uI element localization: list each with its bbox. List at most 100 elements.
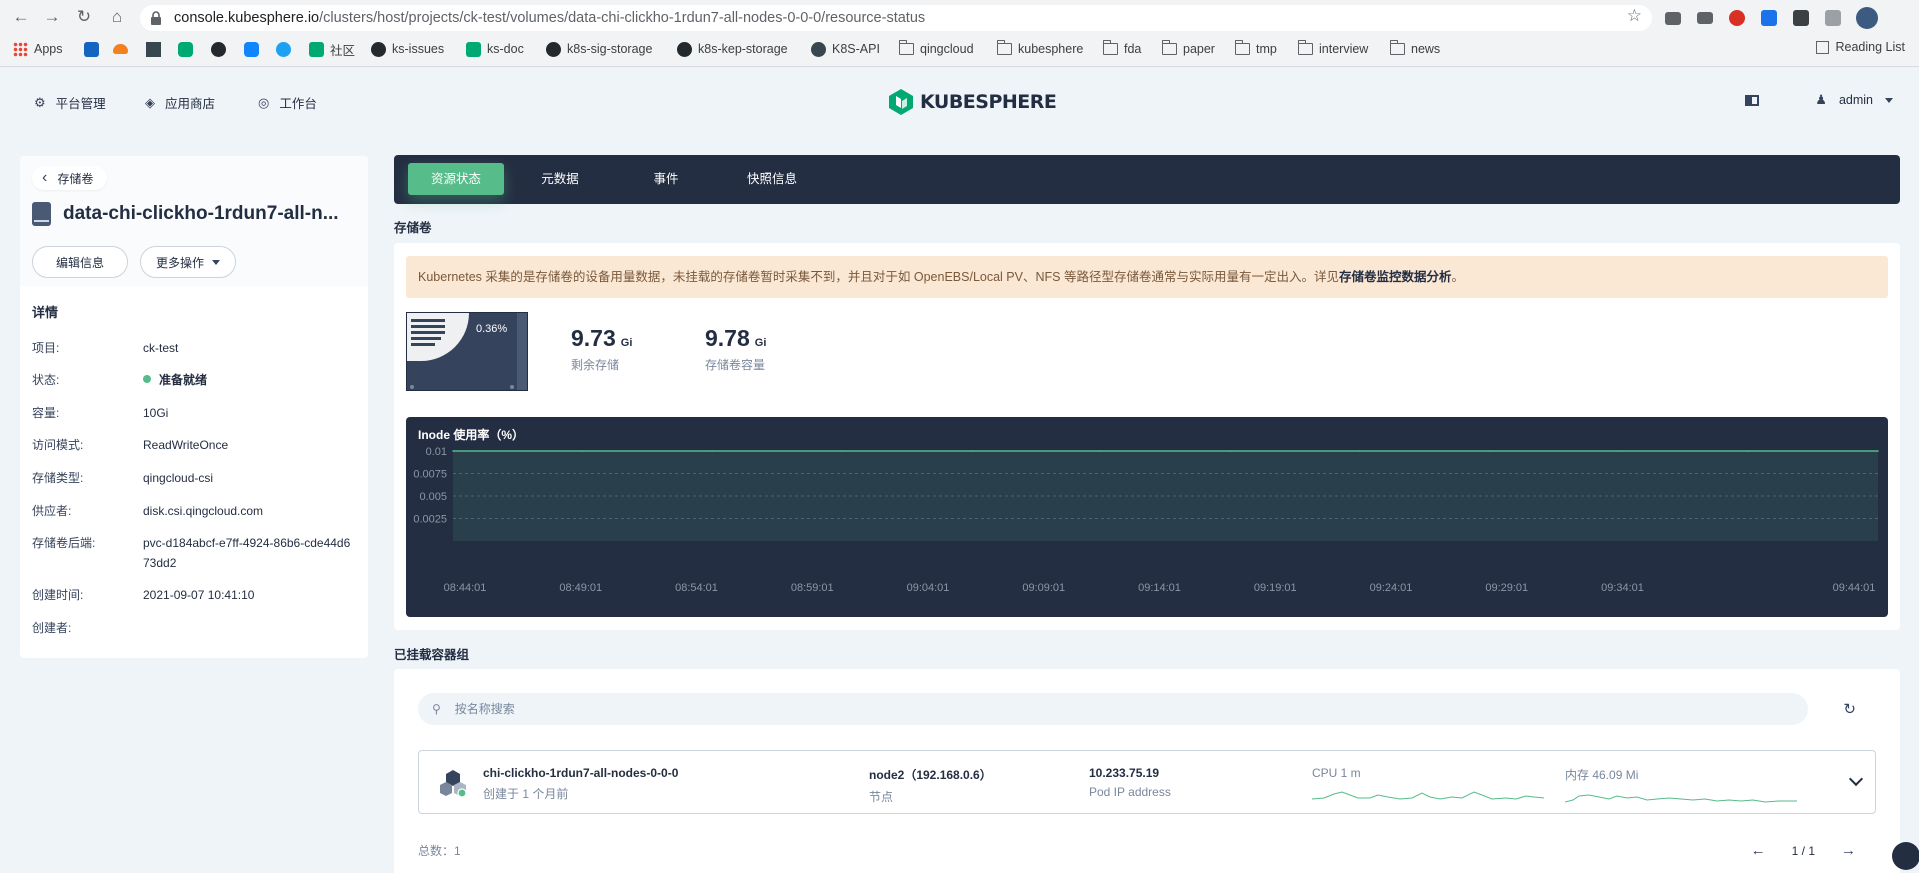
next-page-icon[interactable]: → bbox=[1841, 842, 1856, 859]
x-tick-label: 09:14:01 bbox=[1138, 582, 1181, 594]
detail-value: qingcloud-csi bbox=[143, 471, 214, 485]
pod-search-input[interactable] bbox=[454, 702, 1755, 716]
pod-name-col: chi-clickho-1rdun7-all-nodes-0-0-0 创建于 1… bbox=[483, 766, 678, 802]
bookmark-ks-doc[interactable]: ks-doc bbox=[466, 40, 524, 58]
grid-extension-icon[interactable] bbox=[1665, 12, 1681, 25]
tab-events[interactable]: 事件 bbox=[618, 163, 714, 195]
bookmark-folder-qingcloud[interactable]: qingcloud bbox=[898, 40, 974, 58]
bookmarks-bar: Apps 社区 ks-issues ks-doc k8s-sig-storage… bbox=[0, 36, 1919, 62]
bookmark-github[interactable] bbox=[211, 40, 226, 58]
bookmark-folder-news[interactable]: news bbox=[1389, 40, 1440, 58]
details-heading: 详情 bbox=[32, 305, 59, 320]
bookmark-community[interactable]: 社区 bbox=[309, 40, 355, 58]
bookmark-hex[interactable] bbox=[178, 40, 193, 58]
blue-extension-icon[interactable] bbox=[1761, 10, 1777, 26]
pod-name[interactable]: chi-clickho-1rdun7-all-nodes-0-0-0 bbox=[483, 766, 678, 780]
expand-chevron-icon[interactable] bbox=[1848, 771, 1864, 787]
bookmark-building[interactable] bbox=[146, 40, 161, 58]
forward-arrow-icon[interactable]: → bbox=[41, 6, 63, 28]
folder-icon bbox=[1234, 40, 1250, 55]
back-arrow-icon[interactable]: ← bbox=[10, 6, 32, 28]
bookmark-apps[interactable]: Apps bbox=[13, 40, 63, 58]
nav-platform[interactable]: ⚙ 平台管理 bbox=[34, 93, 106, 112]
detail-label: 存储类型: bbox=[32, 471, 84, 485]
bookmark-twitter[interactable] bbox=[276, 40, 291, 58]
nav-app-store[interactable]: ◈ 应用商店 bbox=[145, 93, 215, 112]
home-icon[interactable]: ⌂ bbox=[106, 6, 128, 28]
reload-icon[interactable]: ↻ bbox=[73, 6, 95, 28]
pod-search-bar[interactable]: ⚲ bbox=[418, 693, 1808, 725]
address-bar[interactable]: console.kubesphere.io/clusters/host/proj… bbox=[140, 5, 1652, 31]
reading-list-button[interactable]: Reading List bbox=[1815, 40, 1905, 54]
bookmark-c[interactable] bbox=[84, 40, 99, 58]
chevron-down-icon[interactable] bbox=[1885, 97, 1893, 103]
bookmark-folder-interview[interactable]: interview bbox=[1297, 40, 1368, 58]
nav-workbench[interactable]: ◎ 工作台 bbox=[258, 93, 317, 112]
bookmark-folder-fda[interactable]: fda bbox=[1102, 40, 1141, 58]
back-to-volumes-button[interactable]: ‹ 存储卷 bbox=[32, 166, 108, 190]
bookmark-butterfly[interactable] bbox=[244, 40, 259, 58]
x-tick-label: 09:24:01 bbox=[1370, 582, 1413, 594]
volume-detail-panel: ‹ 存储卷 data-chi-clickho-1rdun7-all-n... 编… bbox=[20, 156, 368, 658]
detail-row-access-mode: 访问模式: ReadWriteOnce bbox=[32, 435, 362, 455]
bookmark-cloud[interactable] bbox=[113, 40, 128, 58]
opera-extension-icon[interactable] bbox=[1729, 10, 1745, 26]
data-point bbox=[1099, 450, 1102, 452]
tab-resource-status[interactable]: 资源状态 bbox=[408, 163, 504, 195]
disk-edge bbox=[517, 313, 527, 390]
tab-snapshots[interactable]: 快照信息 bbox=[724, 163, 820, 195]
apps-grid-icon bbox=[13, 41, 28, 57]
x-tick-label: 09:29:01 bbox=[1485, 582, 1528, 594]
qr-extension-icon[interactable] bbox=[1793, 10, 1809, 26]
detail-value: disk.csi.qingcloud.com bbox=[143, 504, 264, 518]
document-icon[interactable] bbox=[1745, 94, 1760, 106]
capacity-stat: 9.78 Gi 存储卷容量 bbox=[705, 325, 766, 373]
detail-row-creator: 创建者: bbox=[32, 618, 362, 638]
detail-label: 状态: bbox=[32, 373, 60, 387]
inode-chart-svg: 0.01 0.0075 0.005 0.0025 08:44:01 08:49:01 08:… bbox=[413, 446, 1879, 594]
bookmark-k8s-kep-storage[interactable]: k8s-kep-storage bbox=[677, 40, 788, 58]
bookmark-folder-paper[interactable]: paper bbox=[1161, 40, 1215, 58]
chevron-left-icon: ‹ bbox=[42, 169, 48, 186]
y-tick-label: 0.005 bbox=[419, 491, 447, 503]
memory-sparkline bbox=[1564, 794, 1797, 803]
detail-row-provisioner: 供应者: disk.csi.qingcloud.com bbox=[32, 501, 362, 521]
volume-section-title: 存储卷 bbox=[394, 221, 432, 235]
more-actions-button[interactable]: 更多操作 bbox=[140, 246, 236, 278]
refresh-icon[interactable]: ↻ bbox=[1843, 700, 1856, 718]
github-icon bbox=[546, 41, 561, 57]
bookmark-folder-kubesphere[interactable]: kubesphere bbox=[996, 40, 1083, 58]
tab-metadata[interactable]: 元数据 bbox=[512, 163, 608, 195]
kubesphere-logo[interactable]: KUBESPHERE bbox=[888, 88, 1057, 116]
user-name[interactable]: admin bbox=[1839, 93, 1873, 107]
previous-page-icon[interactable]: ← bbox=[1751, 842, 1766, 859]
x-tick-label: 08:54:01 bbox=[675, 582, 718, 594]
detail-row-created-at: 创建时间: 2021-09-07 10:41:10 bbox=[32, 585, 362, 605]
profile-avatar-icon[interactable] bbox=[1856, 7, 1878, 29]
mail-extension-icon[interactable] bbox=[1697, 12, 1713, 24]
x-tick-label: 09:04:01 bbox=[907, 582, 950, 594]
bookmark-ks-issues[interactable]: ks-issues bbox=[371, 40, 444, 58]
bookmark-k8s-api[interactable]: K8S-API bbox=[811, 40, 880, 58]
bookmark-label: k8s-sig-storage bbox=[567, 42, 653, 56]
pod-row[interactable]: chi-clickho-1rdun7-all-nodes-0-0-0 创建于 1… bbox=[418, 750, 1876, 814]
detail-label: 创建时间: bbox=[32, 588, 84, 602]
detail-label: 存储卷后端: bbox=[32, 536, 96, 550]
detail-value: 准备就绪 bbox=[143, 370, 353, 390]
notice-link[interactable]: 存储卷监控数据分析 bbox=[1339, 270, 1452, 284]
puzzle-extension-icon[interactable] bbox=[1825, 10, 1841, 26]
pod-node[interactable]: node2（192.168.0.6） bbox=[869, 766, 992, 783]
detail-value bbox=[143, 618, 353, 638]
monitoring-notice: Kubernetes 采集的是存储卷的设备用量数据，未挂载的存储卷暂时采集不到，… bbox=[406, 256, 1888, 298]
x-tick-label: 09:44:01 bbox=[1833, 582, 1876, 594]
star-icon[interactable]: ☆ bbox=[1627, 6, 1642, 26]
disk-usage-graphic: 0.36% bbox=[406, 312, 528, 391]
bookmark-k8s-sig-storage[interactable]: k8s-sig-storage bbox=[546, 40, 652, 58]
floating-tool-button[interactable] bbox=[1892, 842, 1919, 870]
bookmark-folder-tmp[interactable]: tmp bbox=[1234, 40, 1277, 58]
reading-list-icon bbox=[1815, 40, 1829, 54]
status-dot-icon bbox=[143, 375, 151, 383]
data-point bbox=[1488, 450, 1491, 452]
edit-info-button[interactable]: 编辑信息 bbox=[32, 246, 128, 278]
c-site-icon bbox=[84, 41, 99, 57]
